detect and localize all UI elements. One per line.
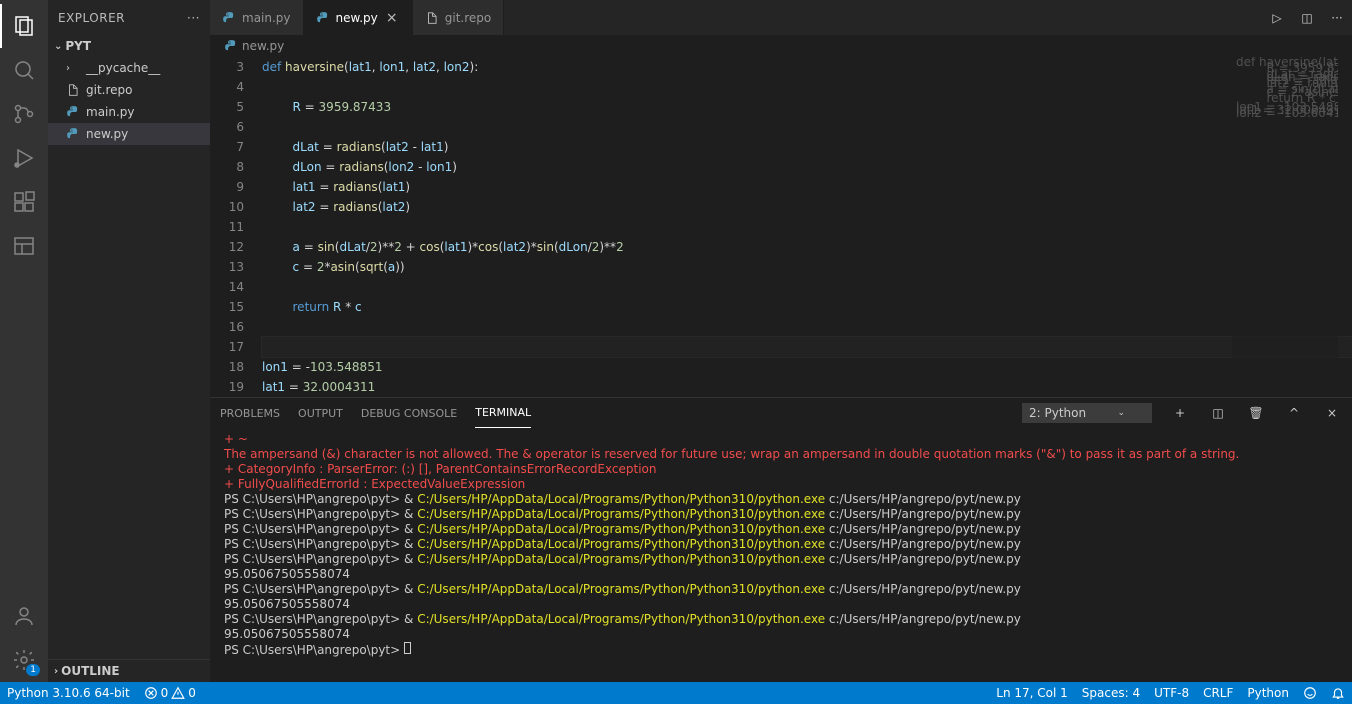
close-icon[interactable]: ×: [384, 10, 400, 26]
kill-terminal-icon[interactable]: 🗑: [1246, 406, 1266, 420]
panel-tab[interactable]: PROBLEMS: [220, 398, 280, 428]
status-lang[interactable]: Python: [1240, 682, 1296, 704]
status-spaces[interactable]: Spaces: 4: [1075, 682, 1147, 704]
python-file-icon: [316, 11, 330, 25]
panel-tabs: PROBLEMS OUTPUT DEBUG CONSOLE TERMINAL 2: Py…: [210, 398, 1352, 428]
minimap[interactable]: def haversine(lat1, lon1, lat2, lon2): R…: [1232, 57, 1338, 397]
python-file-icon: [224, 39, 238, 53]
close-panel-icon[interactable]: ×: [1322, 406, 1342, 420]
status-feedback-icon[interactable]: [1296, 682, 1324, 704]
editor-tab[interactable]: git.repo: [413, 0, 504, 35]
panel-tab[interactable]: DEBUG CONSOLE: [361, 398, 457, 428]
python-file-icon: [66, 105, 82, 119]
status-bar: Python 3.10.6 64-bit 0 0 Ln 17, Col 1 Sp…: [0, 682, 1352, 704]
folder-header[interactable]: ⌄ PYT: [48, 35, 210, 57]
split-terminal-icon[interactable]: ◫: [1208, 406, 1228, 420]
explorer-icon[interactable]: [0, 4, 48, 48]
file-icon: [425, 11, 439, 25]
search-icon[interactable]: [0, 48, 48, 92]
run-icon[interactable]: [0, 136, 48, 180]
status-problems[interactable]: 0 0: [137, 682, 203, 704]
chevron-down-icon: ⌄: [54, 41, 62, 52]
extensions-icon[interactable]: [0, 180, 48, 224]
sidebar-more-icon[interactable]: ···: [187, 11, 200, 25]
breadcrumb-label: new.py: [242, 39, 284, 53]
accounts-icon[interactable]: [0, 594, 48, 638]
breadcrumb[interactable]: new.py: [210, 35, 1352, 57]
more-icon[interactable]: ···: [1322, 11, 1352, 25]
tree-item-label: git.repo: [86, 83, 132, 97]
terminal-output[interactable]: + ~The ampersand (&) character is not al…: [210, 428, 1352, 682]
outline-header[interactable]: › OUTLINE: [48, 659, 210, 682]
settings-icon[interactable]: 1: [0, 638, 48, 682]
tree-item-label: __pycache__: [86, 61, 160, 75]
editor-tab[interactable]: main.py: [210, 0, 304, 35]
tree-item[interactable]: main.py: [48, 101, 210, 123]
code-editor[interactable]: 34567891011121314151617181920 def havers…: [210, 57, 1352, 397]
file-tree: › __pycache__ git.repo main.py new.py: [48, 57, 210, 659]
layout-icon[interactable]: [0, 224, 48, 268]
tree-item-label: main.py: [86, 105, 135, 119]
sidebar-header: EXPLORER ···: [48, 0, 210, 35]
terminal-select[interactable]: 2: Python⌄: [1022, 403, 1152, 423]
new-terminal-icon[interactable]: +: [1170, 406, 1190, 420]
python-file-icon: [222, 11, 236, 25]
status-python[interactable]: Python 3.10.6 64-bit: [0, 682, 137, 704]
status-bell-icon[interactable]: [1324, 682, 1352, 704]
file-icon: [66, 83, 82, 97]
line-gutter: 34567891011121314151617181920: [210, 57, 262, 397]
panel-tab[interactable]: TERMINAL: [475, 398, 531, 428]
tree-item[interactable]: › __pycache__: [48, 57, 210, 79]
status-ln-col[interactable]: Ln 17, Col 1: [989, 682, 1075, 704]
folder-name: PYT: [65, 39, 91, 53]
panel-tab[interactable]: OUTPUT: [298, 398, 343, 428]
python-file-icon: [66, 127, 82, 141]
chevron-up-icon[interactable]: ^: [1284, 406, 1304, 420]
tree-item-label: new.py: [86, 127, 128, 141]
tree-item[interactable]: new.py: [48, 123, 210, 145]
activity-bar: 1: [0, 0, 48, 682]
editor-tabs: main.pynew.py×git.repo ▷◫···: [210, 0, 1352, 35]
bottom-panel: PROBLEMS OUTPUT DEBUG CONSOLE TERMINAL 2: Py…: [210, 397, 1352, 682]
source-control-icon[interactable]: [0, 92, 48, 136]
sidebar: EXPLORER ··· ⌄ PYT › __pycache__ git.repo m…: [48, 0, 210, 682]
run-tab-icon[interactable]: ▷: [1262, 11, 1292, 25]
tree-item[interactable]: git.repo: [48, 79, 210, 101]
chevron-right-icon: ›: [66, 63, 82, 74]
status-encoding[interactable]: UTF-8: [1147, 682, 1196, 704]
sidebar-title: EXPLORER: [58, 11, 125, 25]
editor-area: main.pynew.py×git.repo▷◫··· new.py 34567…: [210, 0, 1352, 682]
editor-tab[interactable]: new.py×: [304, 0, 413, 35]
split-editor-icon[interactable]: ◫: [1292, 11, 1322, 25]
status-eol[interactable]: CRLF: [1196, 682, 1240, 704]
